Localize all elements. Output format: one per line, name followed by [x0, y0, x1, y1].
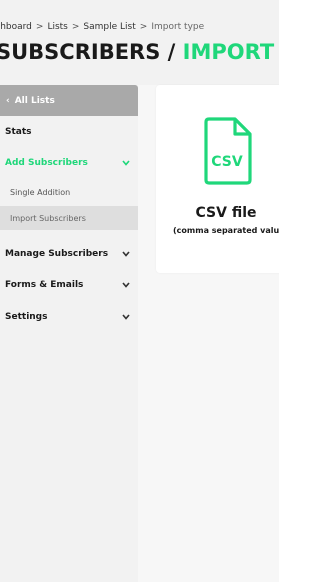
all-lists-label: All Lists [14, 95, 55, 106]
sidebar-item-manage-subscribers[interactable]: Manage Subscribers [0, 244, 138, 264]
csv-file-icon: CSV [203, 116, 255, 186]
sidebar-item-stats[interactable]: Stats [0, 122, 138, 142]
sidebar-subitem-import-subscribers[interactable]: Import Subscribers [0, 206, 138, 230]
breadcrumb-separator: > [35, 22, 44, 32]
import-option-subtitle: (comma separated valu [173, 226, 279, 235]
sidebar-item-label: Stats [5, 127, 32, 137]
breadcrumb-separator: > [139, 22, 148, 32]
chevron-down-icon [122, 250, 130, 259]
breadcrumb-separator: > [71, 22, 80, 32]
breadcrumb-dashboard[interactable]: ashboard [0, 22, 32, 32]
sidebar-item-label: Add Subscribers [5, 158, 88, 168]
all-lists-button[interactable]: ‹ All Lists [0, 85, 138, 116]
chevron-down-icon [122, 159, 130, 168]
chevron-down-icon [122, 281, 130, 290]
breadcrumb: ashboard>Lists>Sample List>Import type [0, 22, 204, 36]
app-window: ashboard>Lists>Sample List>Import type S… [0, 0, 279, 582]
breadcrumb-lists[interactable]: Lists [47, 22, 67, 32]
sidebar-subitem-label: Import Subscribers [10, 213, 86, 223]
sidebar-item-forms-emails[interactable]: Forms & Emails [0, 275, 138, 295]
sidebar-item-label: Manage Subscribers [5, 249, 109, 259]
sidebar-item-label: Forms & Emails [5, 280, 84, 290]
sidebar-item-add-subscribers[interactable]: Add Subscribers [0, 153, 138, 173]
breadcrumb-import-type: Import type [151, 22, 205, 32]
chevron-down-icon [122, 313, 130, 322]
page-title-section: SUBSCRIBERS / [0, 40, 176, 64]
csv-icon-text: CSV [211, 154, 243, 170]
chevron-left-icon: ‹ [6, 95, 10, 106]
sidebar-item-label: Settings [5, 312, 48, 322]
import-option-title: CSV file [195, 205, 257, 221]
sidebar-item-settings[interactable]: Settings [0, 307, 138, 327]
breadcrumb-sample-list[interactable]: Sample List [83, 22, 135, 32]
page-title: SUBSCRIBERS / IMPORT TYPE [0, 40, 279, 68]
sidebar-subitem-single-addition[interactable]: Single Addition [0, 180, 138, 204]
page-title-subsection: IMPORT TYPE [182, 40, 279, 64]
sidebar-subitem-label: Single Addition [10, 187, 71, 197]
sidebar: ‹ All Lists Stats Add Subscribers Single… [0, 85, 138, 582]
